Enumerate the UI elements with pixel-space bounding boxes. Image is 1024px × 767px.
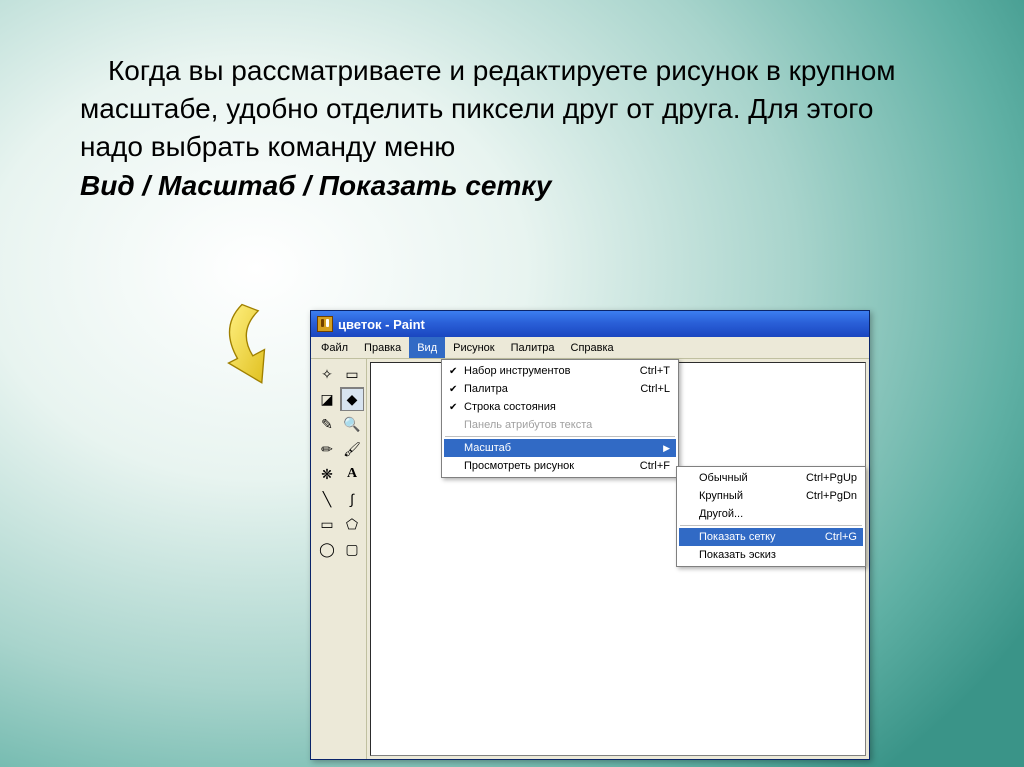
view-dropdown: ✔ Набор инструментов Ctrl+T ✔ Палитра Ct…	[441, 359, 679, 478]
menu-help[interactable]: Справка	[563, 337, 622, 358]
menu-colors[interactable]: Палитра	[503, 337, 563, 358]
tool-line[interactable]: ╲	[315, 487, 339, 511]
paint-window: цветок - Paint Файл Правка Вид Рисунок П…	[310, 310, 870, 760]
window-title: цветок - Paint	[338, 317, 425, 332]
tool-roundrect[interactable]: ▢	[340, 537, 364, 561]
sm-label: Показать эскиз	[699, 549, 776, 561]
dd-label: Просмотреть рисунок	[464, 460, 574, 472]
menu-path: Вид / Масштаб / Показать сетку	[80, 167, 944, 205]
dd-label: Масштаб	[464, 442, 511, 454]
dd-shortcut: Ctrl+F	[620, 460, 670, 472]
tool-free-select[interactable]: ✧	[315, 362, 339, 386]
dd-label: Панель атрибутов текста	[464, 419, 592, 431]
sm-shortcut: Ctrl+PgDn	[786, 490, 857, 502]
tool-zoom[interactable]: 🔍	[340, 412, 364, 436]
zoom-submenu: Обычный Ctrl+PgUp Крупный Ctrl+PgDn Друг…	[676, 466, 866, 567]
dd-label: Набор инструментов	[464, 365, 570, 377]
sm-thumbnail[interactable]: Показать эскиз	[679, 546, 863, 564]
tool-polygon[interactable]: ⬠	[340, 512, 364, 536]
dd-zoom[interactable]: Масштаб ▶	[444, 439, 676, 457]
checkmark-icon: ✔	[449, 402, 457, 413]
tool-rect[interactable]: ▭	[315, 512, 339, 536]
tool-brush[interactable]: 🖌	[340, 437, 364, 461]
instruction-paragraph: Когда вы рассматриваете и редактируете р…	[80, 52, 944, 165]
menu-image[interactable]: Рисунок	[445, 337, 503, 358]
sm-label: Обычный	[699, 472, 748, 484]
toolbox: ✧ ▭ ◪ ◆ ✎ 🔍 ✏ 🖌 ❋ A ╲ ∫ ▭ ⬠ ◯ ▢	[311, 359, 367, 759]
tool-eraser[interactable]: ◪	[315, 387, 339, 411]
menu-edit[interactable]: Правка	[356, 337, 409, 358]
sm-showgrid[interactable]: Показать сетку Ctrl+G	[679, 528, 863, 546]
sm-shortcut: Ctrl+G	[805, 531, 857, 543]
sm-normal[interactable]: Обычный Ctrl+PgUp	[679, 469, 863, 487]
tool-curve[interactable]: ∫	[340, 487, 364, 511]
dd-label: Строка состояния	[464, 401, 556, 413]
slide-text: Когда вы рассматриваете и редактируете р…	[80, 52, 944, 205]
pointer-arrow	[215, 300, 305, 390]
tool-rect-select[interactable]: ▭	[340, 362, 364, 386]
tool-picker[interactable]: ✎	[315, 412, 339, 436]
title-bar[interactable]: цветок - Paint	[311, 311, 869, 337]
tool-text[interactable]: A	[340, 462, 364, 486]
tool-ellipse[interactable]: ◯	[315, 537, 339, 561]
menu-bar: Файл Правка Вид Рисунок Палитра Справка	[311, 337, 869, 359]
checkmark-icon: ✔	[449, 384, 457, 395]
menu-view[interactable]: Вид	[409, 337, 445, 358]
sm-label: Показать сетку	[699, 531, 776, 543]
dd-shortcut: Ctrl+T	[620, 365, 670, 377]
sm-label: Другой...	[699, 508, 743, 520]
separator	[445, 436, 675, 437]
tool-spray[interactable]: ❋	[315, 462, 339, 486]
dd-textpanel: Панель атрибутов текста	[444, 416, 676, 434]
menu-file[interactable]: Файл	[313, 337, 356, 358]
checkmark-icon: ✔	[449, 366, 457, 377]
app-icon	[317, 316, 333, 332]
sm-shortcut: Ctrl+PgUp	[786, 472, 857, 484]
dd-statusbar[interactable]: ✔ Строка состояния	[444, 398, 676, 416]
sm-label: Крупный	[699, 490, 743, 502]
dd-toolbox[interactable]: ✔ Набор инструментов Ctrl+T	[444, 362, 676, 380]
tool-fill[interactable]: ◆	[340, 387, 364, 411]
tool-pencil[interactable]: ✏	[315, 437, 339, 461]
dd-palette[interactable]: ✔ Палитра Ctrl+L	[444, 380, 676, 398]
sm-custom[interactable]: Другой...	[679, 505, 863, 523]
dd-label: Палитра	[464, 383, 508, 395]
chevron-right-icon: ▶	[663, 443, 670, 454]
dd-shortcut: Ctrl+L	[620, 383, 670, 395]
dd-viewbitmap[interactable]: Просмотреть рисунок Ctrl+F	[444, 457, 676, 475]
separator	[680, 525, 862, 526]
sm-large[interactable]: Крупный Ctrl+PgDn	[679, 487, 863, 505]
